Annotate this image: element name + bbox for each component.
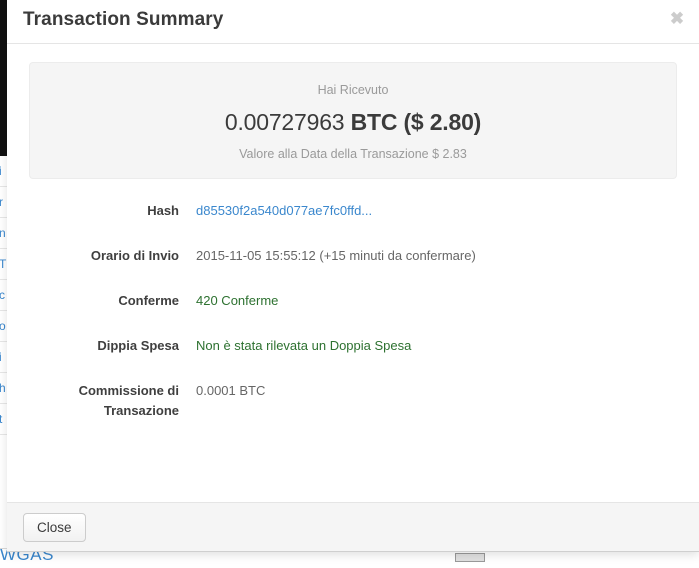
detail-label-hash: Hash [147, 203, 179, 218]
modal-body: Hai Ricevuto 0.00727963 BTC ($ 2.80) Val… [7, 44, 699, 502]
detail-row-transaction-fee: Commissione di Transazione 0.0001 BTC [23, 381, 683, 421]
detail-value-double-spend: Non è stata rilevata un Doppia Spesa [196, 338, 412, 353]
detail-label-confirmations: Conferme [118, 293, 179, 308]
summary-historic-value: Valore alla Data della Transazione $ 2.8… [239, 147, 467, 161]
close-button[interactable]: Close [23, 513, 86, 542]
close-icon[interactable]: ✖ [668, 10, 686, 28]
transaction-summary-modal: Transaction Summary ✖ Hai Ricevuto 0.007… [7, 0, 699, 552]
detail-label-sent-time: Orario di Invio [90, 248, 179, 263]
modal-header: Transaction Summary ✖ [7, 0, 699, 44]
modal-footer: Close [7, 502, 699, 551]
summary-amount-value: 0.00727963 [224, 109, 345, 135]
detail-label-transaction-fee: Commissione di Transazione [78, 383, 179, 418]
modal-title: Transaction Summary [23, 9, 224, 30]
detail-row-double-spend: Dippia Spesa Non è stata rilevata un Dop… [23, 336, 683, 356]
detail-value-sent-time: 2015-11-05 15:55:12 (+15 minuti da confe… [196, 248, 476, 263]
transaction-details: Hash d85530f2a540d077ae7fc0ffd... Orario… [23, 201, 683, 421]
detail-label-double-spend: Dippia Spesa [97, 338, 179, 353]
detail-row-confirmations: Conferme 420 Conferme [23, 291, 683, 311]
detail-value-transaction-fee: 0.0001 BTC [196, 383, 266, 398]
detail-value-hash[interactable]: d85530f2a540d077ae7fc0ffd... [179, 201, 683, 221]
summary-lead-label: Hai Ricevuto [317, 83, 389, 97]
detail-value-confirmations: 420 Conferme [196, 293, 279, 308]
page-root: i r n T c o i h t WGAS Transaction Summa… [0, 0, 699, 568]
summary-panel: Hai Ricevuto 0.00727963 BTC ($ 2.80) Val… [29, 62, 677, 179]
detail-row-hash: Hash d85530f2a540d077ae7fc0ffd... [23, 201, 683, 221]
summary-amount-unit: BTC ($ 2.80) [350, 109, 482, 135]
background-bottom-box [455, 553, 485, 562]
summary-amount: 0.00727963 BTC ($ 2.80) [30, 108, 676, 137]
detail-row-sent-time: Orario di Invio 2015-11-05 15:55:12 (+15… [23, 246, 683, 266]
